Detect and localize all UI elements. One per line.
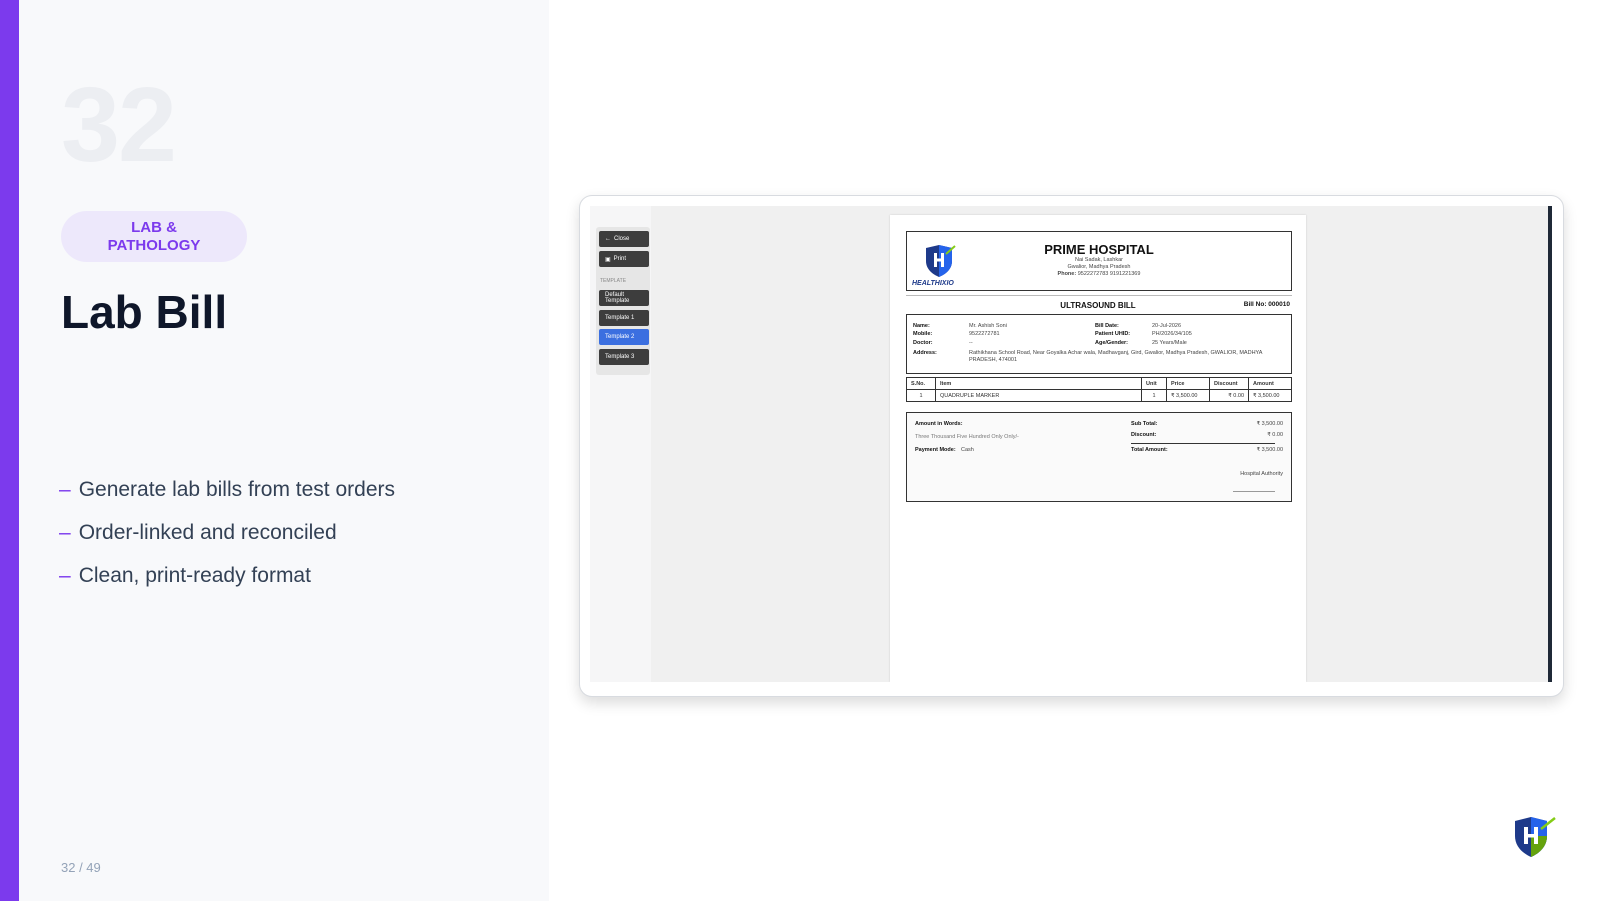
bullet-text: Order-linked and reconciled [78,521,337,544]
template-default-button[interactable]: Default Template [599,290,649,306]
address-value: Rathikhana School Road, Near Goyalka Ach… [969,350,1263,363]
column-header: Item [935,377,1142,390]
bill-number: Bill No: 000010 [1243,301,1290,308]
table-cell: QUADRUPLE MARKER [935,389,1142,402]
close-button-label: Close [614,236,630,242]
column-header: Discount [1209,377,1249,390]
age-gender-label: Age/Gender: [1095,340,1129,346]
table-header-row: S.No. Item Unit Price Discount Amount [906,377,1292,390]
bullet-dash: – [59,564,71,587]
uhid-value: PH/2026/34/105 [1152,331,1192,337]
arrow-left-icon: ← [605,236,611,242]
table-cell: 1 [1141,389,1167,402]
bullet-item: – Order-linked and reconciled [59,521,395,564]
amount-words-value: Three Thousand Five Hundred Only Only/- [915,434,1019,440]
bill-header: HEALTHIXIO PRIME HOSPITAL Nai Sadak, Las… [906,231,1292,291]
hospital-address-line1: Nai Sadak, Lashkar [1075,257,1123,263]
print-side-menu: ← Close ▣ Print TEMPLATE Default Templat… [596,227,650,375]
bullet-text: Clean, print-ready format [78,564,311,587]
app-sidebar: ← Close ▣ Print TEMPLATE Default Templat… [590,206,651,682]
category-badge: LAB & PATHOLOGY [61,211,247,262]
screenshot-frame: ← Close ▣ Print TEMPLATE Default Templat… [579,195,1564,697]
table-row: 1 QUADRUPLE MARKER 1 ₹ 3,500.00 ₹ 0.00 ₹… [906,389,1292,402]
amount-words-label: Amount in Words: [915,421,963,427]
viewer-scrollbar[interactable] [1548,206,1552,682]
bullet-item: – Generate lab bills from test orders [59,478,395,521]
table-cell: ₹ 3,500.00 [1166,389,1210,402]
bullet-list: – Generate lab bills from test orders – Or… [59,478,395,607]
template-3-button[interactable]: Template 3 [599,349,649,365]
patient-info-box: Name: Mr. Ashish Soni Mobile: 9522272781… [906,314,1292,374]
mobile-value: 9522272781 [969,331,1000,337]
table-cell: ₹ 3,500.00 [1248,389,1292,402]
slide-title: Lab Bill [61,286,228,338]
bill-summary-box: Amount in Words: Three Thousand Five Hun… [906,412,1292,502]
print-button-label: Print [613,256,627,262]
payment-mode-label: Payment Mode: [915,447,956,453]
close-button[interactable]: ← Close [599,231,649,247]
subtotal-value: ₹ 3,500.00 [1256,421,1283,427]
column-header: Amount [1248,377,1292,390]
payment-mode-value: Cash [961,447,974,453]
bill-items-table: S.No. Item Unit Price Discount Amount 1 … [906,377,1292,402]
name-label: Name: [913,323,930,329]
category-badge-label: LAB & PATHOLOGY [107,218,201,254]
column-header: S.No. [906,377,936,390]
doctor-label: Doctor: [913,340,933,346]
bullet-text: Generate lab bills from test orders [78,478,395,501]
slide-text-panel: 32 LAB & PATHOLOGY Lab Bill – Generate la… [19,0,549,901]
accent-bar [0,0,19,901]
bullet-item: – Clean, print-ready format [59,564,395,607]
hospital-name: PRIME HOSPITAL [1044,242,1154,257]
bill-preview-app: ← Close ▣ Print TEMPLATE Default Templat… [590,206,1552,682]
brand-shield-logo-icon [1515,817,1556,857]
print-button[interactable]: ▣ Print [599,251,649,267]
header-divider [906,295,1292,296]
name-value: Mr. Ashish Soni [969,323,1007,329]
page-count: 32 / 49 [61,860,101,875]
table-cell: ₹ 0.00 [1209,389,1249,402]
total-amount-label: Total Amount: [1131,447,1168,453]
table-cell: 1 [906,389,936,402]
hospital-address-line2: Gwalior, Madhya Pradesh [1067,264,1131,270]
subtotal-label: Sub Total: [1131,421,1158,427]
template-2-button[interactable]: Template 2 [599,329,649,345]
mobile-label: Mobile: [913,331,933,337]
template-1-button[interactable]: Template 1 [599,310,649,326]
bill-date-value: 20-Jul-2026 [1152,323,1182,329]
column-header: Price [1166,377,1210,390]
age-gender-value: 25 Years/Male [1152,340,1187,346]
summary-divider [1131,443,1275,444]
template-header: TEMPLATE [600,278,627,284]
slide-number: 32 [61,66,177,184]
bullet-dash: – [59,478,71,501]
phone-value: 9522272783 9191221369 [1077,271,1141,277]
printer-icon: ▣ [605,256,611,263]
phone-label: Phone: [1057,271,1077,277]
signature-line [1233,491,1275,492]
total-amount-value: ₹ 3,500.00 [1256,447,1283,453]
discount-value: ₹ 0.00 [1267,432,1283,438]
hospital-authority-label: Hospital Authority [1240,471,1283,477]
discount-label: Discount: [1131,432,1157,438]
hospital-phone: Phone: 9522272783 9191221369 [907,271,1291,277]
column-header: Unit [1141,377,1167,390]
bullet-dash: – [59,521,71,544]
bill-document: HEALTHIXIO PRIME HOSPITAL Nai Sadak, Las… [890,215,1306,682]
uhid-label: Patient UHID: [1095,331,1131,337]
bill-date-label: Bill Date: [1095,323,1119,329]
doctor-value: -- [969,340,973,346]
address-label: Address: [913,350,937,356]
logo-text: HEALTHIXIO [912,280,954,287]
